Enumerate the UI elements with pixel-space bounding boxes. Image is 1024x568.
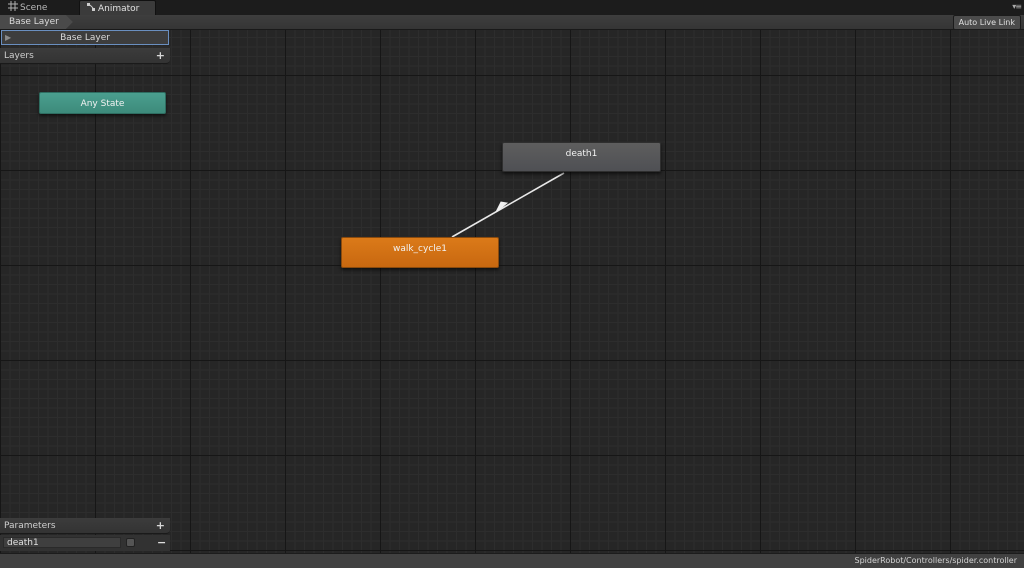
add-parameter-button[interactable]: + xyxy=(156,518,165,534)
tab-animator-label: Animator xyxy=(98,4,140,14)
editor-tab-strip: Scene Animator ▾≡ xyxy=(0,0,1024,16)
state-any-state[interactable]: Any State xyxy=(39,92,166,114)
grid-icon xyxy=(8,1,18,11)
layer-base[interactable]: ▶ Base Layer xyxy=(1,30,169,45)
tab-options-menu-icon[interactable]: ▾≡ xyxy=(1012,2,1022,11)
state-death1[interactable]: death1 xyxy=(502,142,661,172)
layers-header: Layers + xyxy=(0,48,170,64)
layer-expand-icon[interactable]: ▶ xyxy=(5,31,11,45)
parameter-bool-checkbox[interactable] xyxy=(126,538,135,547)
breadcrumb[interactable]: Base Layer xyxy=(0,15,73,29)
auto-live-link-button[interactable]: Auto Live Link xyxy=(952,15,1021,30)
state-walk-cycle1[interactable]: walk_cycle1 xyxy=(341,237,499,268)
parameters-header: Parameters + xyxy=(0,518,170,534)
parameter-name-field[interactable]: death1 xyxy=(3,537,121,548)
tab-scene[interactable]: Scene xyxy=(2,0,53,15)
add-layer-button[interactable]: + xyxy=(156,48,165,64)
controller-path: SpiderRobot/Controllers/spider.controlle… xyxy=(854,556,1017,565)
parameter-row: death1 − xyxy=(0,535,170,551)
animator-toolbar: Base Layer Auto Live Link xyxy=(0,15,1024,30)
tab-animator[interactable]: Animator xyxy=(79,0,156,15)
layer-base-label: Base Layer xyxy=(60,33,110,43)
remove-parameter-button[interactable]: − xyxy=(157,535,166,550)
tab-scene-label: Scene xyxy=(20,3,48,13)
layers-title: Layers xyxy=(4,51,34,61)
status-bar: SpiderRobot/Controllers/spider.controlle… xyxy=(0,553,1024,568)
animator-icon xyxy=(87,3,95,11)
parameters-title: Parameters xyxy=(4,521,56,531)
